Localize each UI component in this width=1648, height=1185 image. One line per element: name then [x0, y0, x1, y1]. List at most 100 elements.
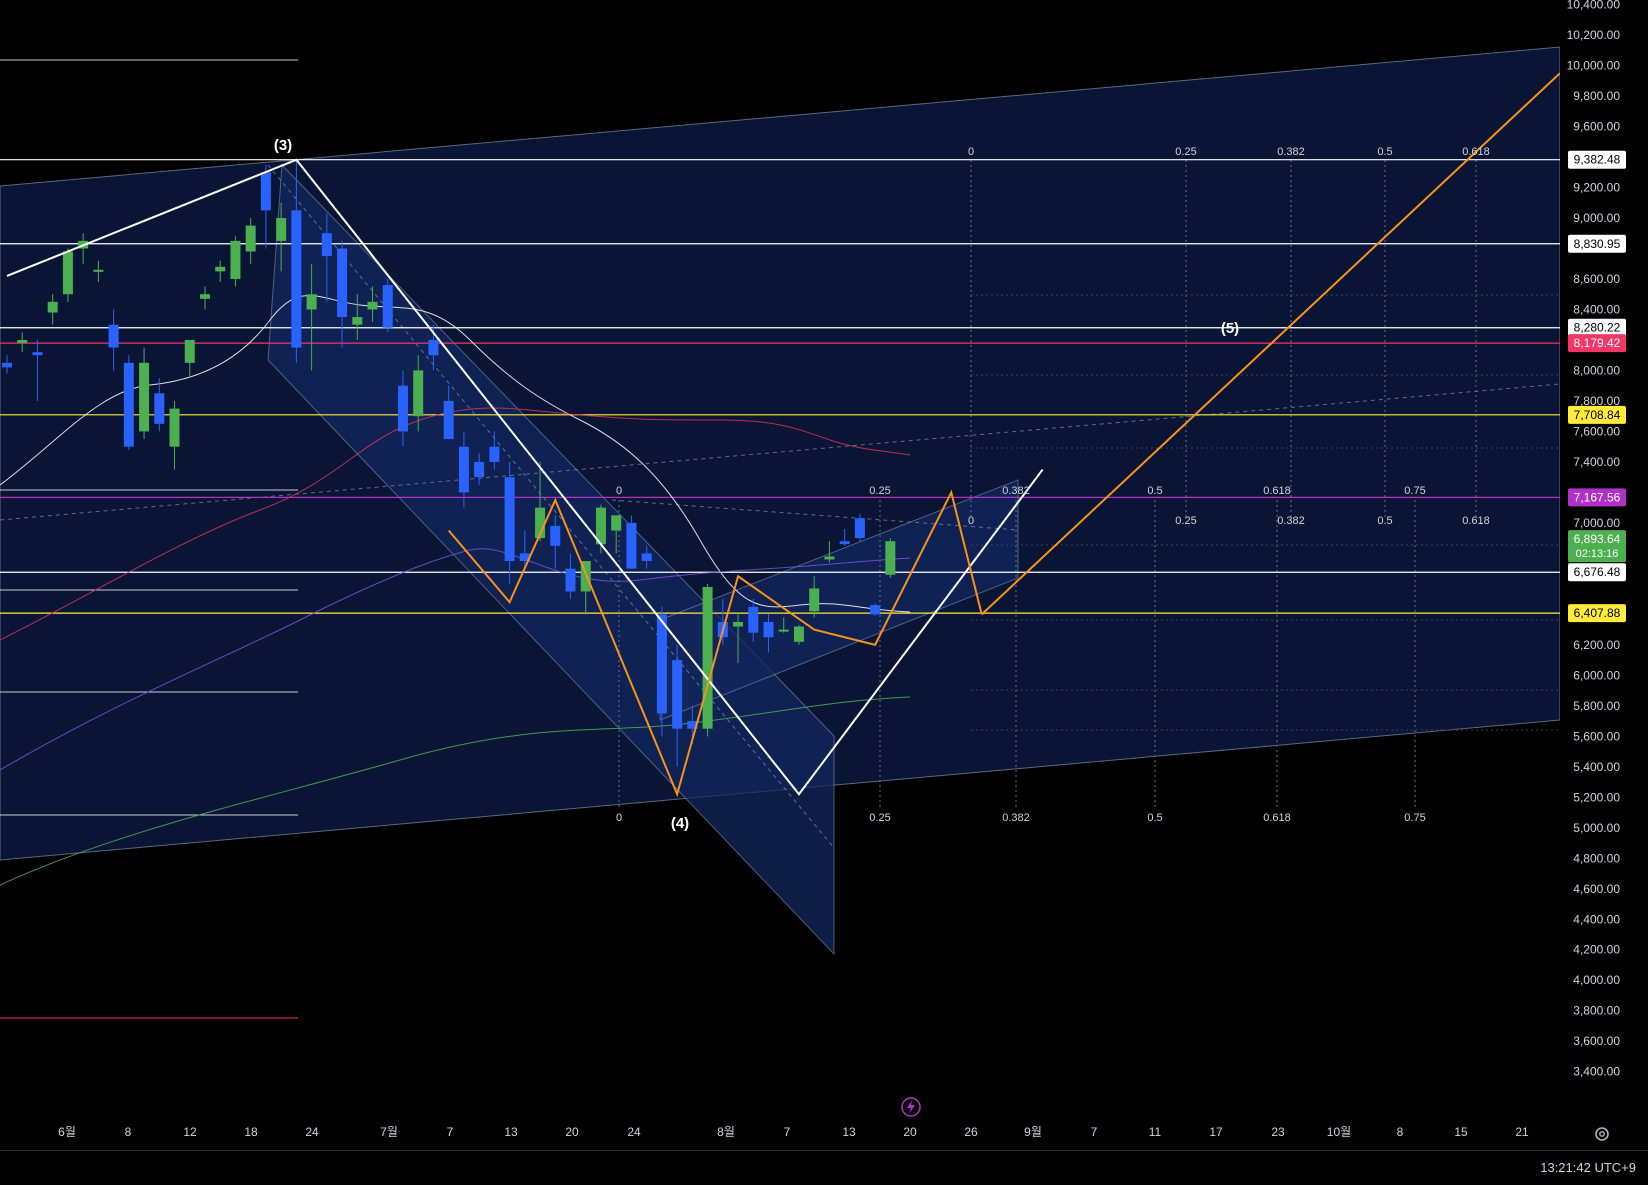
price-tick-28: 3,400.00 — [1573, 1065, 1620, 1079]
time-tick-10: 8월 — [717, 1125, 735, 1139]
price-tick-6: 9,000.00 — [1573, 211, 1620, 225]
time-tick-8: 20 — [565, 1125, 579, 1139]
price-tick-23: 4,400.00 — [1573, 912, 1620, 926]
candle-body-23 — [352, 317, 363, 325]
candle-body-52 — [793, 626, 804, 642]
fib-upper2-label-3: 0.5 — [1377, 515, 1392, 527]
wave-label-0: (3) — [274, 137, 292, 154]
candle-body-55 — [839, 541, 850, 545]
candle-body-1 — [17, 339, 28, 344]
candle-body-3 — [47, 301, 58, 313]
candle-body-58 — [885, 541, 896, 575]
candle-body-16 — [245, 225, 256, 252]
candle-body-18 — [276, 218, 287, 241]
fib-mid-label-5: 0.75 — [1404, 485, 1425, 497]
chart-canvas[interactable]: (3) (4) (5) 0 0.25 0.382 0.5 0.618 0 0.25 0.382 0.5… — [0, 0, 1648, 1150]
time-tick-19: 23 — [1271, 1125, 1285, 1139]
fib-lower-label-0: 0 — [616, 812, 622, 824]
price-tick-1: 10,200.00 — [1567, 28, 1621, 42]
price-tick-2: 10,000.00 — [1567, 59, 1621, 73]
candle-body-13 — [199, 294, 210, 299]
price-badge-0: 9,382.48 — [1574, 153, 1621, 167]
candle-body-9 — [139, 362, 150, 432]
candle-body-25 — [382, 285, 393, 328]
candle-body-31 — [474, 461, 485, 478]
time-tick-6: 7 — [447, 1125, 454, 1139]
time-tick-20: 10월 — [1327, 1125, 1351, 1139]
price-tick-0: 10,400.00 — [1567, 0, 1621, 12]
time-tick-4: 24 — [305, 1125, 319, 1139]
time-tick-3: 18 — [244, 1125, 258, 1139]
fib-upper-label-3: 0.5 — [1377, 146, 1392, 158]
time-tick-17: 11 — [1149, 1125, 1162, 1139]
candle-body-46 — [702, 586, 713, 729]
candle-body-12 — [184, 339, 195, 363]
price-tick-15: 6,000.00 — [1573, 668, 1620, 682]
candle-body-50 — [763, 621, 774, 638]
price-tick-27: 3,600.00 — [1573, 1034, 1620, 1048]
price-tick-16: 5,800.00 — [1573, 699, 1620, 713]
fib-lower-label-4: 0.618 — [1263, 812, 1291, 824]
time-tick-2: 12 — [183, 1125, 197, 1139]
time-tick-15: 9월 — [1024, 1125, 1042, 1139]
price-axis[interactable]: 10,400.00 10,200.00 10,000.00 9,800.00 9,600… — [1560, 0, 1648, 1090]
candle-body-15 — [230, 240, 241, 279]
candle-body-54 — [824, 556, 835, 560]
price-tick-19: 5,200.00 — [1573, 790, 1620, 804]
price-tick-9: 8,000.00 — [1573, 363, 1620, 377]
price-badge-6: 6,676.48 — [1574, 565, 1621, 579]
fib-lower-label-5: 0.75 — [1404, 812, 1425, 824]
countdown-label: 02:13:16 — [1576, 548, 1619, 560]
gear-icon[interactable] — [1592, 1124, 1612, 1144]
current-price-label: 6,893.64 — [1574, 532, 1621, 546]
time-tick-14: 26 — [964, 1125, 978, 1139]
candle-body-24 — [367, 301, 378, 310]
price-tick-14: 6,200.00 — [1573, 638, 1620, 652]
fib-upper2-label-2: 0.382 — [1277, 515, 1305, 527]
candle-body-44 — [672, 660, 683, 729]
candle-body-48 — [733, 621, 744, 627]
fib-lower-label-2: 0.382 — [1002, 812, 1030, 824]
time-tick-21: 8 — [1397, 1125, 1404, 1139]
candle-body-22 — [337, 248, 348, 318]
price-tick-5: 9,200.00 — [1573, 181, 1620, 195]
wave-label-2: (5) — [1221, 320, 1239, 337]
candle-body-4 — [62, 251, 73, 295]
candle-body-11 — [169, 408, 180, 447]
time-tick-0: 6월 — [58, 1125, 76, 1139]
candle-body-27 — [413, 370, 424, 417]
time-tick-9: 24 — [627, 1125, 641, 1139]
price-tick-8: 8,400.00 — [1573, 302, 1620, 316]
fib-upper2-label-1: 0.25 — [1175, 515, 1196, 527]
time-tick-11: 7 — [784, 1125, 791, 1139]
price-tick-17: 5,600.00 — [1573, 729, 1620, 743]
candle-body-49 — [748, 606, 759, 633]
time-tick-13: 20 — [903, 1125, 917, 1139]
status-bar: 13:21:42 UTC+9 — [0, 1150, 1648, 1185]
candle-body-40 — [611, 515, 622, 531]
price-tick-4: 9,600.00 — [1573, 120, 1620, 134]
price-tick-11: 7,600.00 — [1573, 424, 1620, 438]
time-tick-1: 8 — [125, 1125, 132, 1139]
price-badge-1: 8,830.95 — [1574, 237, 1621, 251]
candle-body-42 — [641, 553, 652, 562]
candle-body-37 — [565, 568, 576, 592]
time-tick-12: 13 — [842, 1125, 856, 1139]
lightning-icon[interactable] — [900, 1096, 922, 1118]
fib-mid-label-4: 0.618 — [1263, 485, 1291, 497]
price-tick-22: 4,600.00 — [1573, 882, 1620, 896]
price-tick-12: 7,400.00 — [1573, 455, 1620, 469]
candle-body-56 — [854, 518, 865, 539]
candle-body-32 — [489, 446, 500, 462]
fib-mid-label-0: 0 — [616, 485, 622, 497]
candle-body-57 — [870, 605, 881, 615]
price-badge-5: 7,167.56 — [1574, 490, 1621, 504]
candle-body-53 — [809, 588, 820, 612]
price-tick-26: 3,800.00 — [1573, 1004, 1620, 1018]
price-tick-21: 4,800.00 — [1573, 851, 1620, 865]
candle-body-20 — [306, 294, 317, 310]
candle-body-17 — [260, 172, 271, 211]
candle-body-41 — [626, 522, 637, 569]
price-badge-3: 8,179.42 — [1574, 336, 1621, 350]
time-tick-7: 13 — [504, 1125, 518, 1139]
